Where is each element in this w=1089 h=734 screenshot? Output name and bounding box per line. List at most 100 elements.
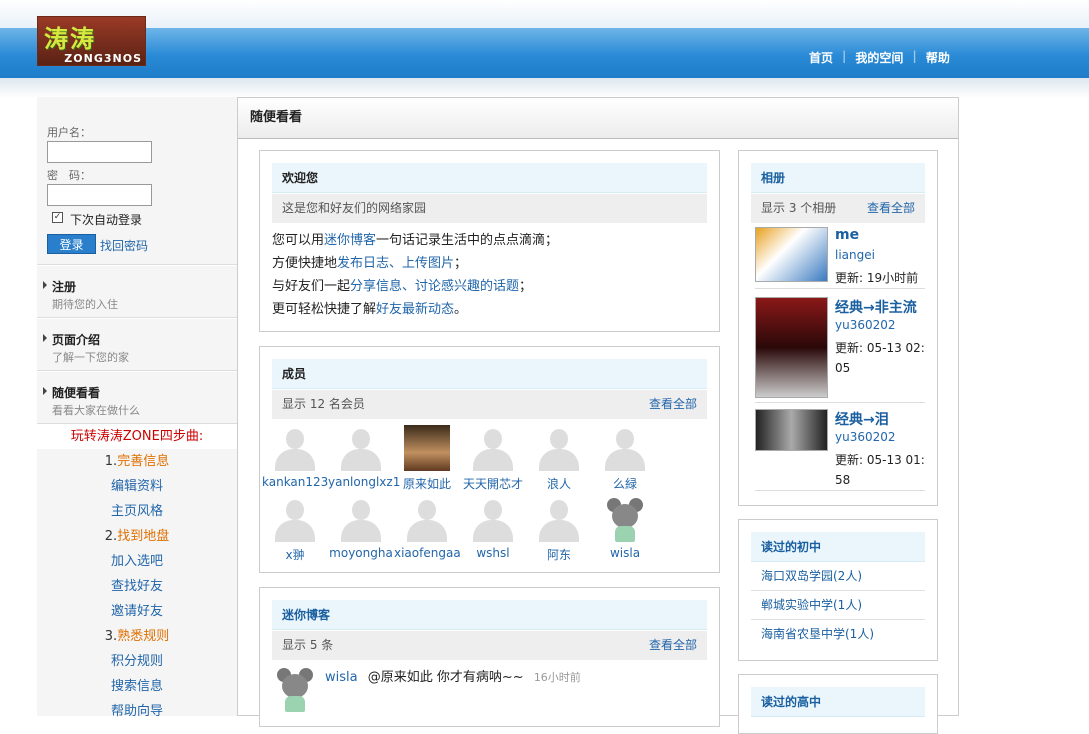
album-title[interactable]: me [835,227,859,243]
member-name: 阿东 [546,548,571,562]
member-item[interactable]: yanlonglxz1 [328,425,400,489]
album-user[interactable]: liangei [835,248,875,262]
member-item[interactable]: 原来如此 [394,425,460,492]
sidebar-item-register[interactable]: 注册 期待您的入住 [37,265,237,318]
sidebar-item-title: 随便看看 [52,386,101,400]
mouse-avatar-icon [602,496,648,542]
high-school-title: 读过的高中 [751,687,925,717]
username-input[interactable] [47,141,152,163]
step-link[interactable]: 主页风格 [37,499,237,524]
member-item[interactable]: moyongha [328,496,394,560]
albums-title: 相册 [751,163,925,193]
album-item[interactable]: 经典→非主流 yu360202 更新: 05-13 02:05 [755,297,925,403]
school-link[interactable]: 郸城实验中学(1人) [751,591,925,620]
arrow-right-icon [43,387,47,395]
page-title: 随便看看 [238,98,958,139]
member-item[interactable]: 天天開芯才 [460,425,526,492]
step-heading[interactable]: 3.熟悉规则 [37,624,237,649]
post-diary-link[interactable]: 发布日志、上传图片 [337,256,454,271]
sidebar-item-intro[interactable]: 页面介绍 了解一下您的家 [37,318,237,371]
albums-box: 相册 显示 3 个相册 查看全部 me liangei 更新: 19小时前 经典… [738,150,938,506]
header-shadow [0,78,1089,98]
mini-blog-bar: 显示 5 条 查看全部 [272,631,707,660]
album-title[interactable]: 经典→非主流 [835,297,917,317]
left-sidebar: 用户名： 密 码： ✓ 下次自动登录 登录 找回密码 注册 期待您的入住 页面介… [37,97,237,719]
sidebar-item-subtitle: 了解一下您的家 [52,351,129,364]
share-info-link[interactable]: 分享信息、讨论感兴趣的话题 [350,279,519,294]
step-link[interactable]: 加入选吧 [37,549,237,574]
step-number: 1. [104,454,118,469]
mini-blog-title: 迷你博客 [272,600,707,630]
member-item[interactable]: 阿东 [526,496,592,563]
password-input[interactable] [47,184,152,206]
member-item[interactable]: wisla [592,496,658,560]
text-span: 与好友们一起 [272,279,351,294]
albums-count: 显示 3 个相册 [761,201,837,215]
mini-blog-view-all-link[interactable]: 查看全部 [649,631,697,660]
top-nav: 首页 | 我的空间 | 帮助 [800,49,959,66]
text-span: 。 [454,302,468,317]
remember-checkbox[interactable]: ✓ [52,212,63,223]
mouse-avatar-icon[interactable] [272,666,318,712]
member-item[interactable]: kankan123 [262,425,328,489]
remember-label: 下次自动登录 [70,213,143,227]
post-author-link[interactable]: wisla [325,670,358,685]
sidebar-item-title: 页面介绍 [52,333,101,347]
avatar [272,496,318,542]
login-button[interactable]: 登录 [47,234,96,254]
member-item[interactable]: xiaofengaa [394,496,461,560]
welcome-subtitle: 这是您和好友们的网络家园 [272,194,707,223]
text-span: ； [454,256,468,271]
sidebar-item-title: 注册 [52,280,77,294]
album-thumbnail[interactable] [755,227,828,282]
high-school-box: 读过的高中 [738,674,938,734]
album-item[interactable]: 经典→泪 yu360202 更新: 05-13 01:58 [755,409,925,491]
step-link[interactable]: 帮助向导 [37,699,237,724]
step-number: 3. [104,629,118,644]
avatar [602,425,648,471]
step-link[interactable]: 积分规则 [37,649,237,674]
step-link[interactable]: 编辑资料 [37,474,237,499]
welcome-line: 更可轻松快捷了解好友最新动态。 [272,298,558,321]
forgot-password-link[interactable]: 找回密码 [100,237,148,254]
member-item[interactable]: wshsl [460,496,526,560]
login-form: 用户名： 密 码： ✓ 下次自动登录 登录 找回密码 [37,97,237,265]
album-thumbnail[interactable] [755,409,828,451]
step-link[interactable]: 查找好友 [37,574,237,599]
member-item[interactable]: x翀 [262,496,328,563]
post-time: 16小时前 [533,671,581,684]
sidebar-item-browse[interactable]: 随便看看 看看大家在做什么 [37,371,237,424]
school-link[interactable]: 海南省农垦中学(1人) [751,620,925,649]
step-heading-label: 完善信息 [117,454,170,469]
school-link[interactable]: 海口双岛学园(2人) [751,562,925,591]
mini-blog-link[interactable]: 迷你博客 [324,233,376,248]
step-link[interactable]: 搜索信息 [37,674,237,699]
album-user[interactable]: yu360202 [835,430,896,444]
step-heading-label: 熟悉规则 [117,629,170,644]
nav-home[interactable]: 首页 [800,49,842,66]
albums-view-all-link[interactable]: 查看全部 [867,194,915,223]
members-view-all-link[interactable]: 查看全部 [649,390,697,419]
step-heading[interactable]: 2.找到地盘 [37,524,237,549]
friends-news-link[interactable]: 好友最新动态 [376,302,454,317]
album-user[interactable]: yu360202 [835,318,896,332]
albums-bar: 显示 3 个相册 查看全部 [751,194,925,223]
post-text: @原来如此 你才有病呐~~ [367,670,524,685]
mini-blog-box: 迷你博客 显示 5 条 查看全部 wisla @原来如此 你才有病呐~~ 16小… [259,587,720,727]
arrow-right-icon [43,334,47,342]
middle-school-title: 读过的初中 [751,532,925,562]
nav-help[interactable]: 帮助 [917,49,959,66]
step-link[interactable]: 邀请好友 [37,599,237,624]
avatar [470,496,516,542]
member-name: yanlonglxz1 [328,475,401,489]
member-name: kankan123 [262,475,329,489]
member-item[interactable]: 么緑 [592,425,658,492]
nav-my-space[interactable]: 我的空间 [846,49,912,66]
avatar [338,496,384,542]
site-logo[interactable]: 涛涛 ZONG3NOS [37,16,146,66]
member-item[interactable]: 浪人 [526,425,592,492]
album-item[interactable]: me liangei 更新: 19小时前 [755,227,925,289]
step-heading[interactable]: 1.完善信息 [37,449,237,474]
album-title[interactable]: 经典→泪 [835,409,889,429]
album-thumbnail[interactable] [755,297,828,398]
